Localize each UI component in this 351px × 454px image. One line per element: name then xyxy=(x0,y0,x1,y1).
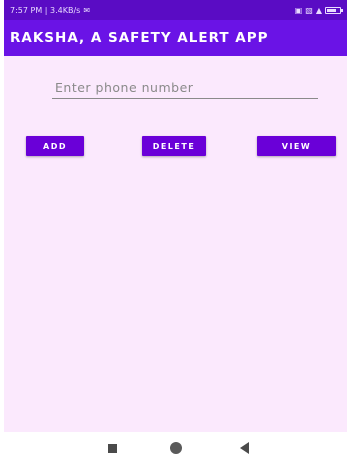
signal-icon: ▲ xyxy=(315,5,322,15)
status-bar: 7:57 PM | 3.4KB/s ✉ ▣ ▧ ▲ xyxy=(4,0,347,20)
app-screen: 7:57 PM | 3.4KB/s ✉ ▣ ▧ ▲ RAKSHA, A SAFE… xyxy=(4,0,347,452)
phone-number-input[interactable] xyxy=(52,76,318,98)
mail-icon: ✉ xyxy=(83,5,91,15)
add-button[interactable]: ADD xyxy=(26,136,84,156)
status-right: ▣ ▧ ▲ xyxy=(294,5,343,15)
app-title: RAKSHA, A SAFETY ALERT APP xyxy=(10,30,269,46)
delete-button[interactable]: DELETE xyxy=(142,136,206,156)
status-time-speed: 7:57 PM | 3.4KB/s xyxy=(10,5,81,15)
status-left: 7:57 PM | 3.4KB/s ✉ xyxy=(10,6,90,15)
navigation-bar xyxy=(0,432,351,454)
signal-4g-icon: ▧ xyxy=(305,5,313,15)
phone-number-field-wrapper xyxy=(52,76,318,99)
app-bar: RAKSHA, A SAFETY ALERT APP xyxy=(4,20,347,56)
hd-icon: ▣ xyxy=(294,5,303,15)
view-button[interactable]: VIEW xyxy=(257,136,336,156)
back-icon[interactable] xyxy=(240,442,249,454)
home-icon[interactable] xyxy=(170,442,182,454)
battery-icon xyxy=(325,6,343,14)
